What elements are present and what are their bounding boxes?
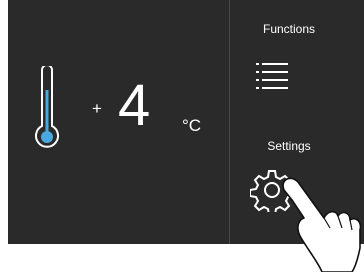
gear-icon	[249, 170, 295, 216]
settings-button[interactable]	[249, 168, 295, 216]
list-icon	[256, 63, 288, 89]
functions-button[interactable]	[256, 59, 288, 95]
control-panel: + 4 °C	[8, 0, 364, 244]
thermometer-icon	[35, 66, 59, 148]
temperature-unit: °C	[182, 116, 202, 135]
functions-label: Functions	[262, 22, 316, 36]
temperature-value: 4	[118, 73, 151, 138]
temperature-sign: +	[92, 99, 102, 118]
temperature-display: + 4 °C	[8, 0, 229, 244]
divider	[229, 0, 230, 244]
settings-label: Settings	[267, 139, 311, 153]
